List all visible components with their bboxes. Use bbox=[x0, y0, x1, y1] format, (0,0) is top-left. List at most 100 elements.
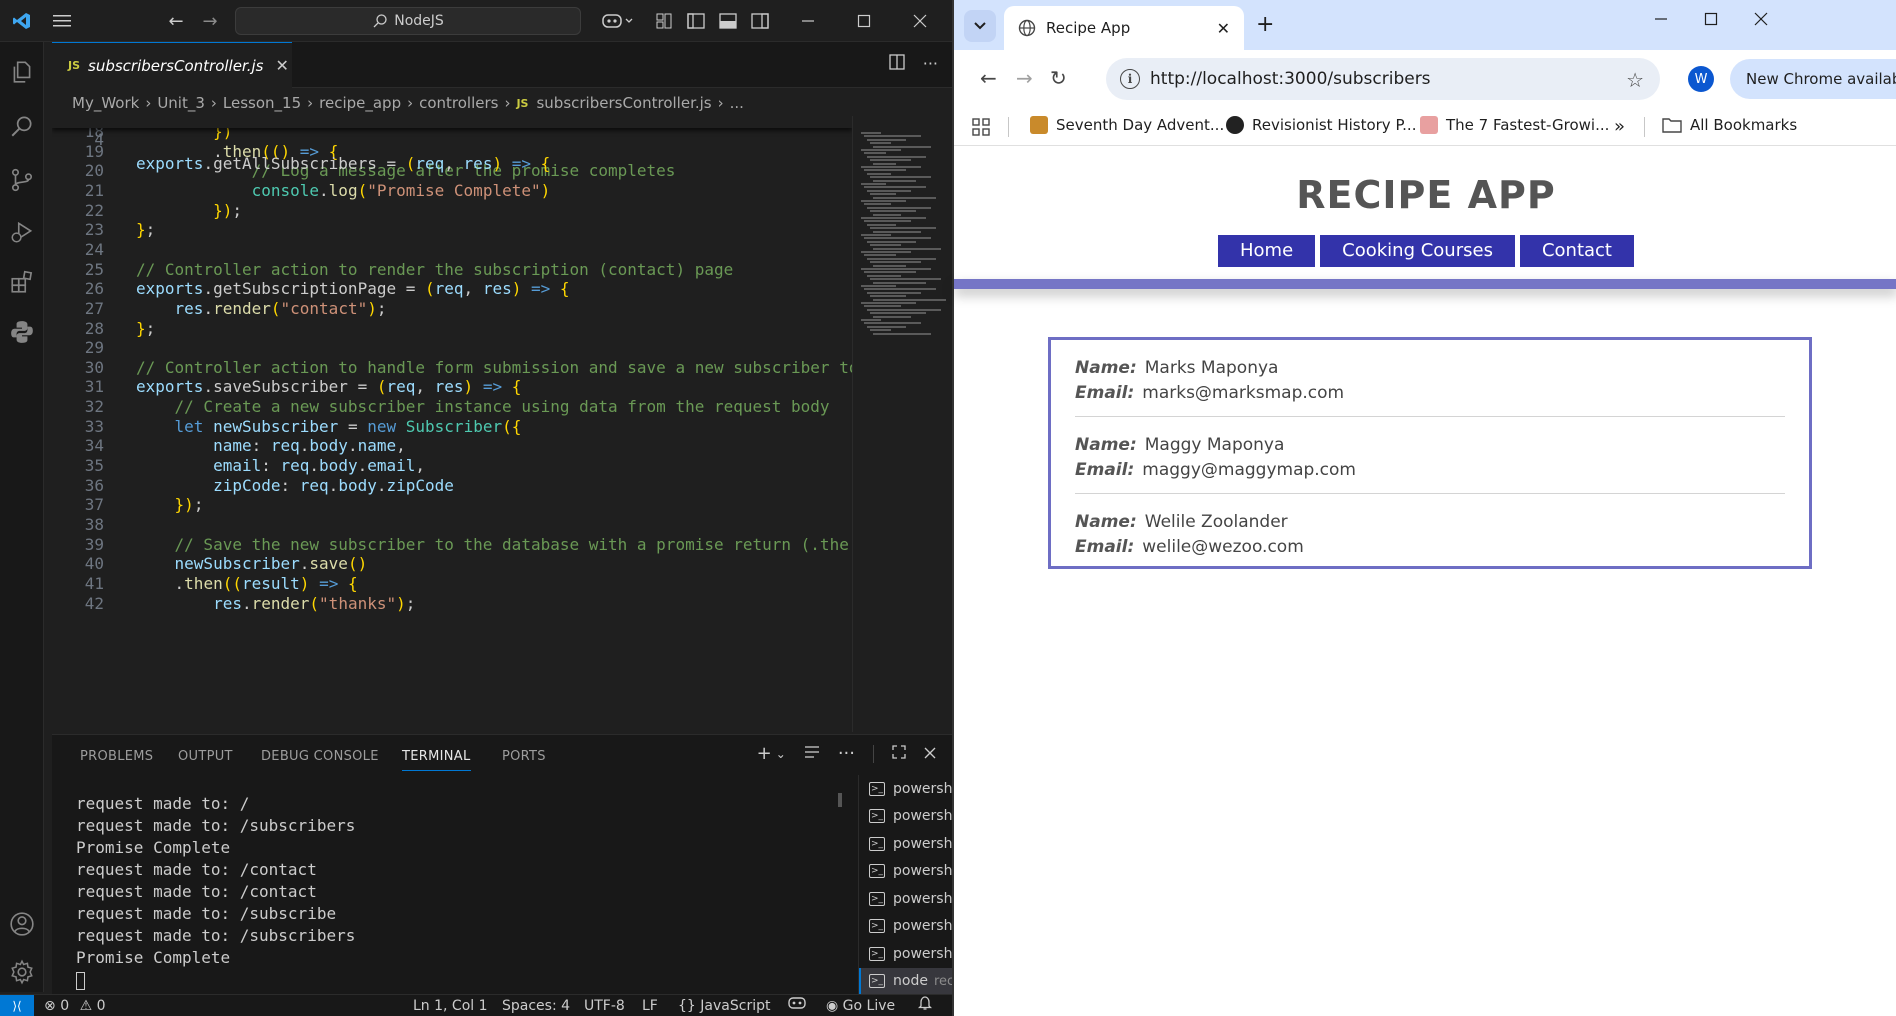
eol-status[interactable]: LF bbox=[642, 995, 658, 1016]
split-editor-icon[interactable] bbox=[889, 54, 905, 74]
minimap-line bbox=[867, 240, 916, 243]
info-icon[interactable]: i bbox=[1120, 69, 1140, 89]
sticky-scroll-line[interactable]: 4 exports.getAllSubscribers = (req, res)… bbox=[52, 116, 852, 173]
copilot-status-icon[interactable] bbox=[788, 995, 806, 1016]
run-debug-icon[interactable] bbox=[0, 210, 44, 254]
new-terminal-icon[interactable]: + bbox=[757, 743, 772, 764]
menu-hamburger-icon[interactable] bbox=[46, 7, 78, 35]
chrome-tab-recipe-app[interactable]: Recipe App ✕ bbox=[1004, 6, 1244, 50]
minimap[interactable] bbox=[852, 116, 952, 732]
bookmark-star-icon[interactable]: ☆ bbox=[1626, 68, 1644, 92]
minimap-line bbox=[873, 213, 901, 216]
go-live-button[interactable]: ◉ Go Live bbox=[826, 995, 895, 1016]
close-panel-icon[interactable] bbox=[924, 743, 936, 764]
close-window-icon[interactable] bbox=[1754, 10, 1768, 31]
explorer-icon[interactable] bbox=[0, 50, 44, 94]
panel-tab-debug-console[interactable]: DEBUG CONSOLE bbox=[261, 749, 379, 764]
nav-link-home[interactable]: Home bbox=[1218, 235, 1316, 267]
python-icon[interactable] bbox=[0, 310, 44, 354]
panel-tab-ports[interactable]: PORTS bbox=[502, 749, 546, 764]
chrome-tab-title: Recipe App bbox=[1046, 19, 1131, 37]
minimap-line bbox=[873, 230, 921, 233]
breadcrumb-item[interactable]: controllers bbox=[419, 94, 498, 112]
reload-icon[interactable]: ↻ bbox=[1050, 66, 1067, 90]
source-control-icon[interactable] bbox=[0, 158, 44, 202]
panel-tab-terminal[interactable]: TERMINAL bbox=[402, 749, 471, 771]
maximize-panel-icon[interactable] bbox=[892, 743, 906, 764]
breadcrumb: My_Work › Unit_3 › Lesson_15 › recipe_app › cont… bbox=[52, 88, 952, 118]
close-tab-icon[interactable]: ✕ bbox=[1217, 19, 1230, 38]
apps-grid-icon[interactable] bbox=[972, 118, 990, 136]
forward-arrow-icon[interactable]: → bbox=[198, 7, 222, 35]
language-status[interactable]: {} JavaScript bbox=[678, 995, 770, 1016]
breadcrumb-chevron-icon: › bbox=[210, 94, 217, 112]
nav-link-cooking-courses[interactable]: Cooking Courses bbox=[1320, 235, 1515, 267]
code-line[interactable]: 42 res.render("thanks"); bbox=[52, 592, 852, 616]
back-arrow-icon[interactable]: ← bbox=[164, 7, 188, 35]
indentation-status[interactable]: Spaces: 4 bbox=[502, 995, 570, 1016]
minimize-icon[interactable] bbox=[794, 7, 822, 35]
more-actions-icon[interactable]: ··· bbox=[838, 743, 855, 764]
minimap-line bbox=[864, 237, 931, 240]
minimize-icon[interactable] bbox=[1654, 10, 1668, 31]
more-bookmarks-chevron-icon[interactable]: » bbox=[1614, 116, 1625, 137]
panel-tab-output[interactable]: OUTPUT bbox=[178, 749, 233, 764]
copilot-icon[interactable] bbox=[598, 7, 638, 35]
more-actions-icon[interactable]: ··· bbox=[923, 54, 938, 74]
forward-arrow-icon[interactable]: → bbox=[1016, 66, 1033, 90]
toggle-secondary-sidebar-icon[interactable] bbox=[748, 7, 772, 35]
minimap-line bbox=[873, 298, 946, 301]
cursor-position[interactable]: Ln 1, Col 1 bbox=[413, 995, 488, 1016]
profile-avatar[interactable]: W bbox=[1688, 66, 1714, 92]
nav-link-contact[interactable]: Contact bbox=[1519, 235, 1634, 267]
terminal-cursor[interactable] bbox=[76, 969, 826, 991]
breadcrumb-item[interactable]: Lesson_15 bbox=[223, 94, 301, 112]
close-window-icon[interactable] bbox=[906, 7, 934, 35]
minimap-line bbox=[864, 288, 936, 291]
remote-indicator-icon[interactable]: ⟩⟨ bbox=[0, 995, 34, 1016]
code-editor[interactable]: 4 exports.getAllSubscribers = (req, res)… bbox=[52, 116, 852, 732]
all-bookmarks-button[interactable]: All Bookmarks bbox=[1662, 116, 1797, 134]
maximize-icon[interactable] bbox=[1704, 10, 1718, 31]
maximize-icon[interactable] bbox=[850, 7, 878, 35]
bookmark-item[interactable]: Seventh Day Advent... bbox=[1030, 116, 1224, 134]
new-tab-plus-icon[interactable]: + bbox=[1256, 12, 1274, 37]
notifications-bell-icon[interactable] bbox=[917, 995, 933, 1016]
subscriber-entry: Name: Marks Maponya Email: marks@marksmap.c… bbox=[1075, 352, 1785, 417]
minimap-line bbox=[864, 135, 921, 138]
terminal-icon: >_ bbox=[869, 781, 885, 796]
close-tab-icon[interactable]: ✕ bbox=[275, 56, 288, 75]
toggle-sidebar-icon[interactable] bbox=[684, 7, 708, 35]
breadcrumb-item[interactable]: subscribersController.js bbox=[536, 94, 711, 112]
bookmark-item[interactable]: Revisionist History P... bbox=[1226, 116, 1416, 134]
settings-gear-icon[interactable] bbox=[0, 950, 44, 994]
terminal-line: request made to: /subscribe bbox=[76, 904, 337, 923]
toggle-panel-icon[interactable] bbox=[716, 7, 740, 35]
minimap-line bbox=[873, 281, 926, 284]
terminal-scrollbar[interactable] bbox=[838, 793, 842, 807]
breadcrumb-item[interactable]: ... bbox=[730, 94, 744, 112]
customize-layout-icon[interactable] bbox=[652, 7, 676, 35]
editor-tab-subscribers-controller[interactable]: JS subscribersController.js ✕ bbox=[52, 42, 292, 88]
tab-search-chevron-icon[interactable] bbox=[964, 10, 996, 42]
terminal-output[interactable]: request made to: / request made to: /subs… bbox=[76, 793, 826, 993]
breadcrumb-item[interactable]: My_Work bbox=[72, 94, 139, 112]
extensions-icon[interactable] bbox=[0, 260, 44, 304]
account-icon[interactable] bbox=[0, 902, 44, 946]
subscriber-email: welile@wezoo.com bbox=[1142, 537, 1304, 557]
encoding-status[interactable]: UTF-8 bbox=[584, 995, 625, 1016]
bookmark-label: Seventh Day Advent... bbox=[1056, 116, 1225, 134]
address-bar[interactable]: i http://localhost:3000/subscribers ☆ bbox=[1106, 58, 1660, 100]
back-arrow-icon[interactable]: ← bbox=[980, 66, 997, 90]
panel-tab-problems[interactable]: PROBLEMS bbox=[80, 749, 153, 764]
breadcrumb-item[interactable]: Unit_3 bbox=[157, 94, 205, 112]
chevron-down-icon[interactable]: ⌄ bbox=[776, 747, 786, 761]
problems-status[interactable]: ⊗ 0 ⚠ 0 bbox=[44, 995, 106, 1016]
terminal-menu-icon[interactable] bbox=[804, 743, 820, 764]
bookmark-item[interactable]: The 7 Fastest-Growi... bbox=[1420, 116, 1609, 134]
folder-icon bbox=[1662, 118, 1682, 133]
breadcrumb-item[interactable]: recipe_app bbox=[319, 94, 401, 112]
new-chrome-available-button[interactable]: New Chrome available bbox=[1730, 59, 1896, 99]
command-center-search[interactable]: NodeJS bbox=[235, 7, 581, 35]
search-sidebar-icon[interactable] bbox=[0, 104, 44, 148]
